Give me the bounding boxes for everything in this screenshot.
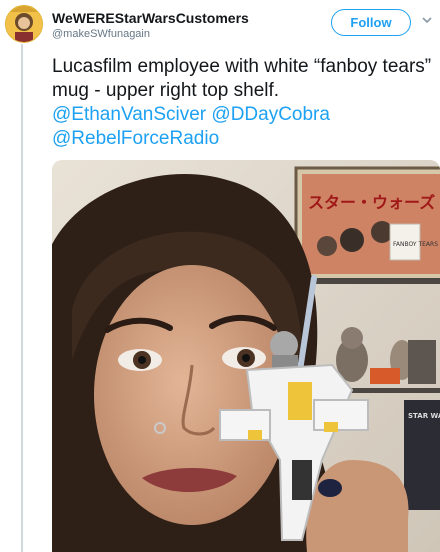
display-name[interactable]: WeWEREStarWarsCustomers	[52, 10, 249, 26]
book-text: STAR WARS	[408, 412, 440, 420]
mention-link[interactable]: @DDayCobra	[211, 104, 330, 125]
tweet-header: WeWEREStarWarsCustomers @makeSWfunagain …	[0, 0, 440, 48]
chevron-down-icon[interactable]	[421, 14, 433, 26]
tweet-text: Lucasfilm employee with white “fanboy te…	[52, 56, 432, 101]
follow-button[interactable]: Follow	[331, 9, 411, 36]
poster-text: スター・ウォーズ	[308, 193, 435, 212]
photo-image: スター・ウォーズ FANBOY TEARS STAR WARS	[52, 160, 440, 552]
mention-link[interactable]: @RebelForceRadio	[52, 128, 219, 149]
tweet-photo[interactable]: スター・ウォーズ FANBOY TEARS STAR WARS	[52, 160, 440, 552]
tweet-body: Lucasfilm employee with white “fanboy te…	[52, 55, 432, 151]
user-handle[interactable]: @makeSWfunagain	[52, 28, 150, 40]
thread-line	[21, 44, 23, 552]
avatar[interactable]	[5, 5, 43, 43]
mention-link[interactable]: @EthanVanSciver	[52, 104, 206, 125]
book: STAR WARS	[404, 400, 440, 510]
avatar-image	[6, 6, 42, 42]
mug-text: FANBOY TEARS	[393, 241, 438, 248]
